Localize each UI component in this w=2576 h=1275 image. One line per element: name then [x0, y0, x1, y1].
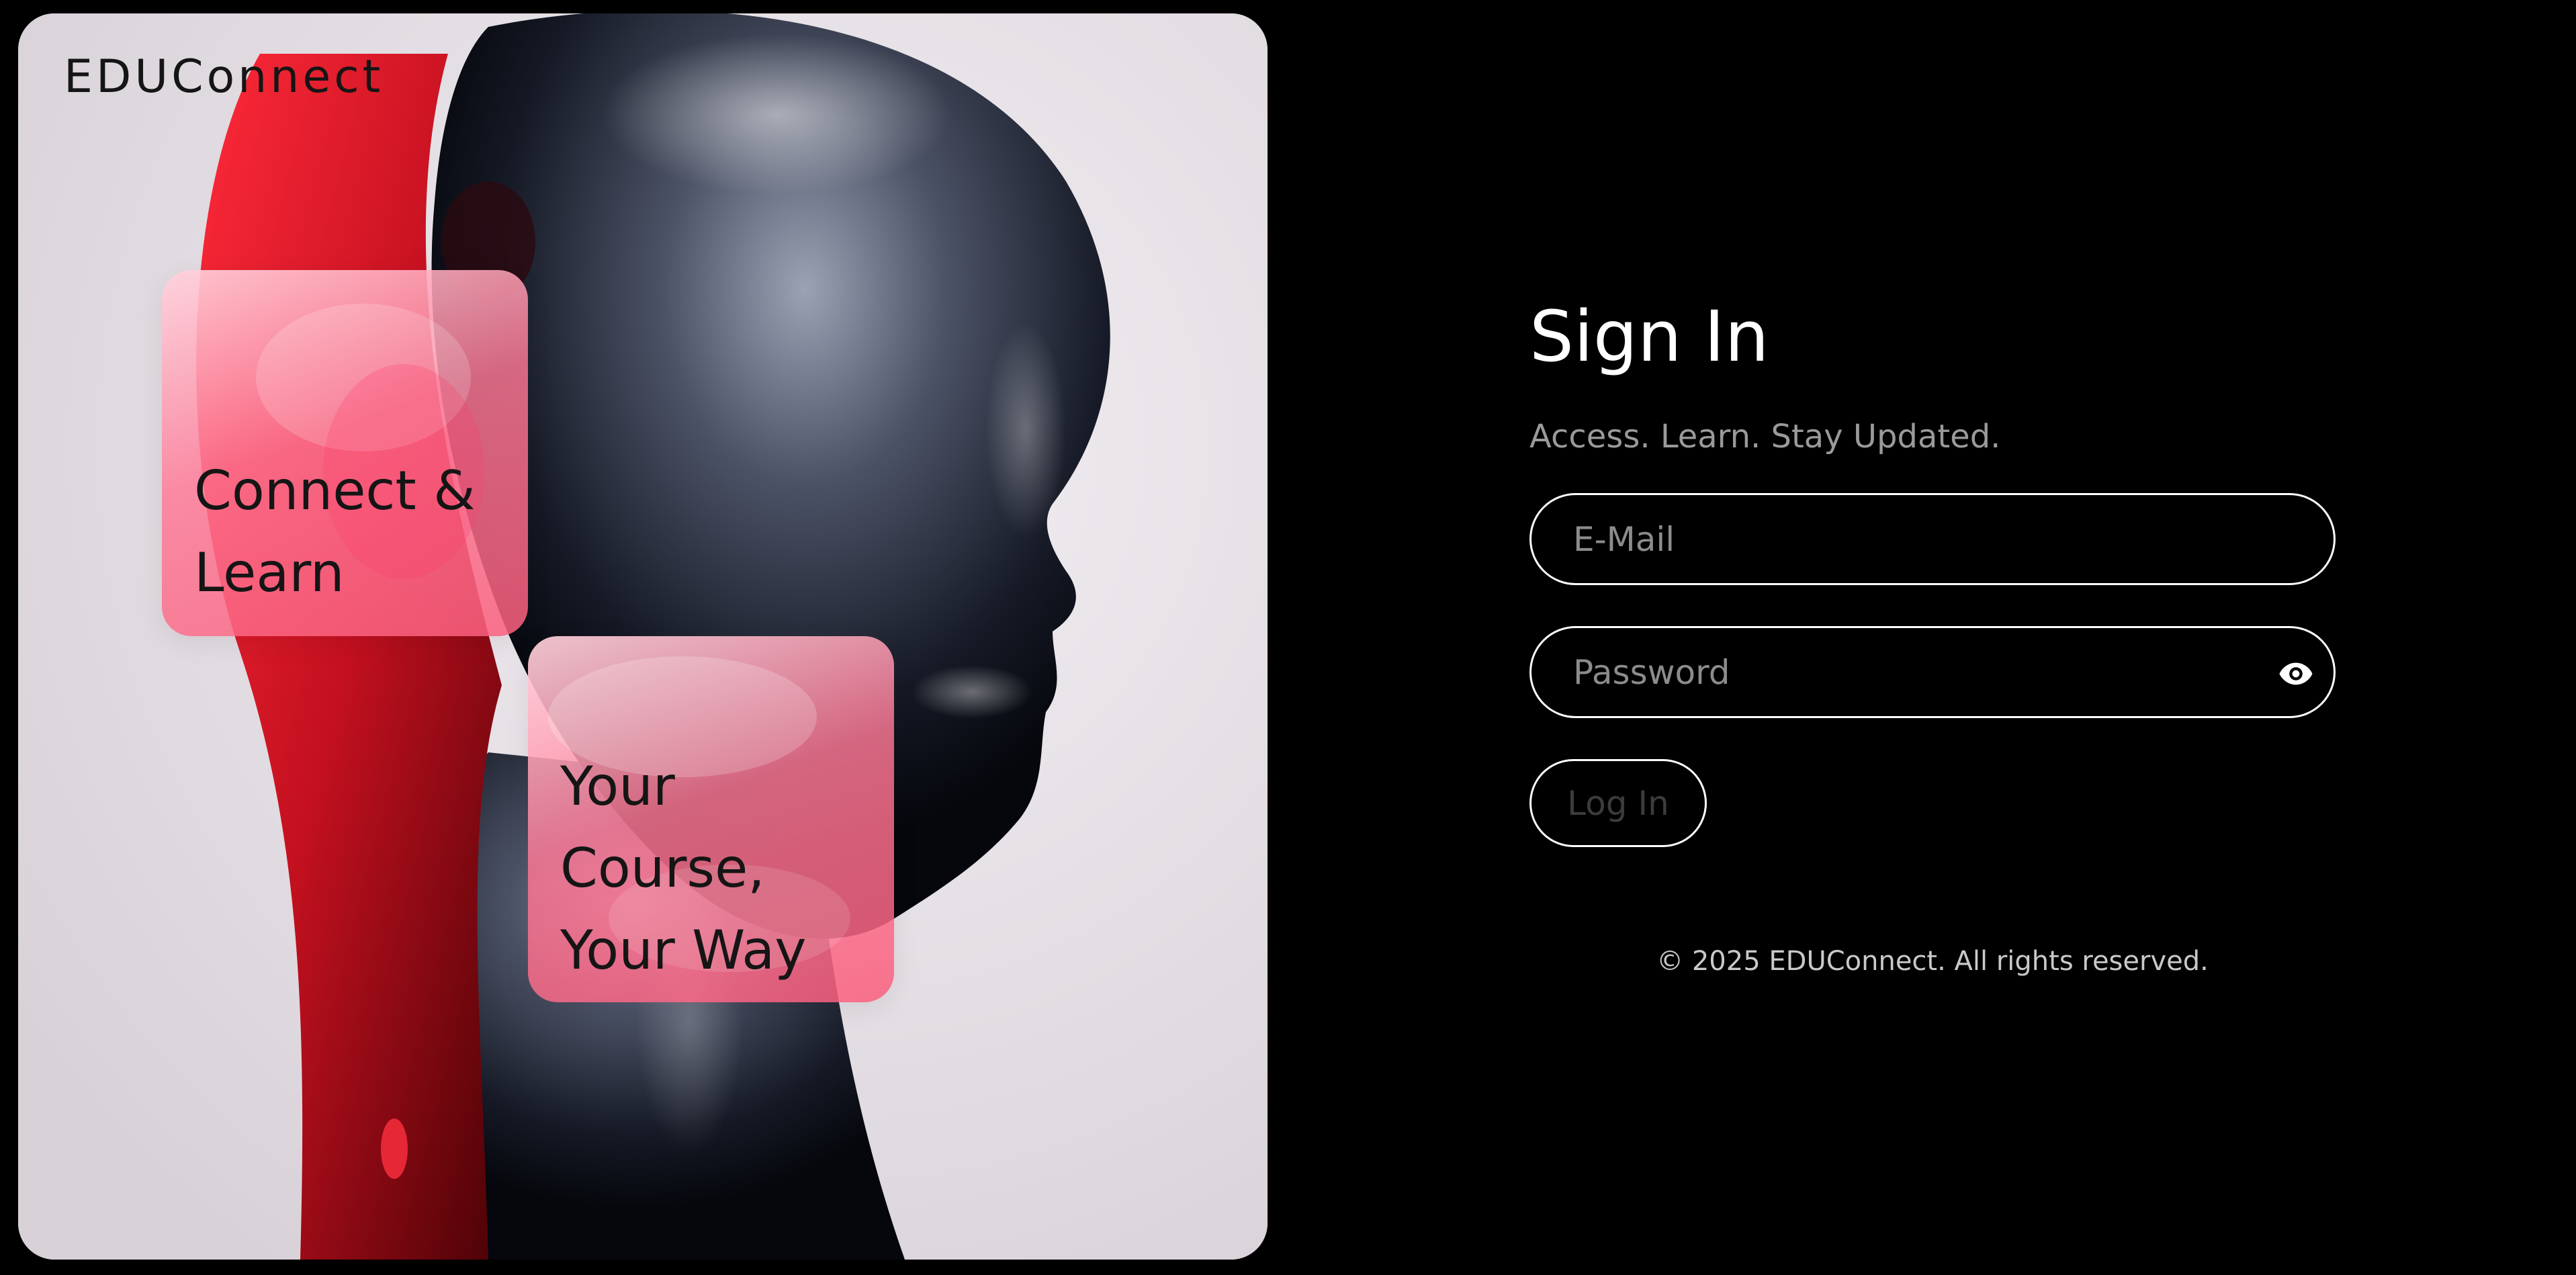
eye-icon[interactable] [2277, 655, 2315, 693]
email-field[interactable] [1529, 493, 2336, 585]
feature-card-line: Your Way [560, 919, 807, 981]
sign-in-form: Sign In Access. Learn. Stay Updated. Log… [1529, 0, 2336, 1275]
page-title: Sign In [1529, 296, 1769, 378]
feature-card-connect: Connect & Learn [162, 270, 528, 636]
page-subtitle: Access. Learn. Stay Updated. [1529, 418, 2001, 455]
password-input[interactable] [1573, 628, 2245, 716]
login-button[interactable]: Log In [1529, 759, 1707, 847]
feature-card-line: Learn [194, 541, 345, 604]
feature-card-line: Connect & [194, 459, 476, 522]
feature-card-line: Your [560, 755, 675, 818]
feature-card-text: Connect & Learn [194, 450, 476, 614]
email-input[interactable] [1573, 495, 2245, 583]
feature-card-line: Course, [560, 837, 765, 899]
brand-logo: EDUConnect [64, 50, 384, 103]
copyright-footer: © 2025 EDUConnect. All rights reserved. [1656, 946, 2209, 977]
hero-panel: EDUConnect Connect & Learn Your Course, … [18, 13, 1268, 1260]
feature-card-course: Your Course, Your Way [528, 636, 894, 1002]
feature-card-text: Your Course, Your Way [560, 746, 807, 992]
password-field[interactable] [1529, 626, 2336, 718]
login-page: EDUConnect Connect & Learn Your Course, … [0, 0, 2576, 1275]
